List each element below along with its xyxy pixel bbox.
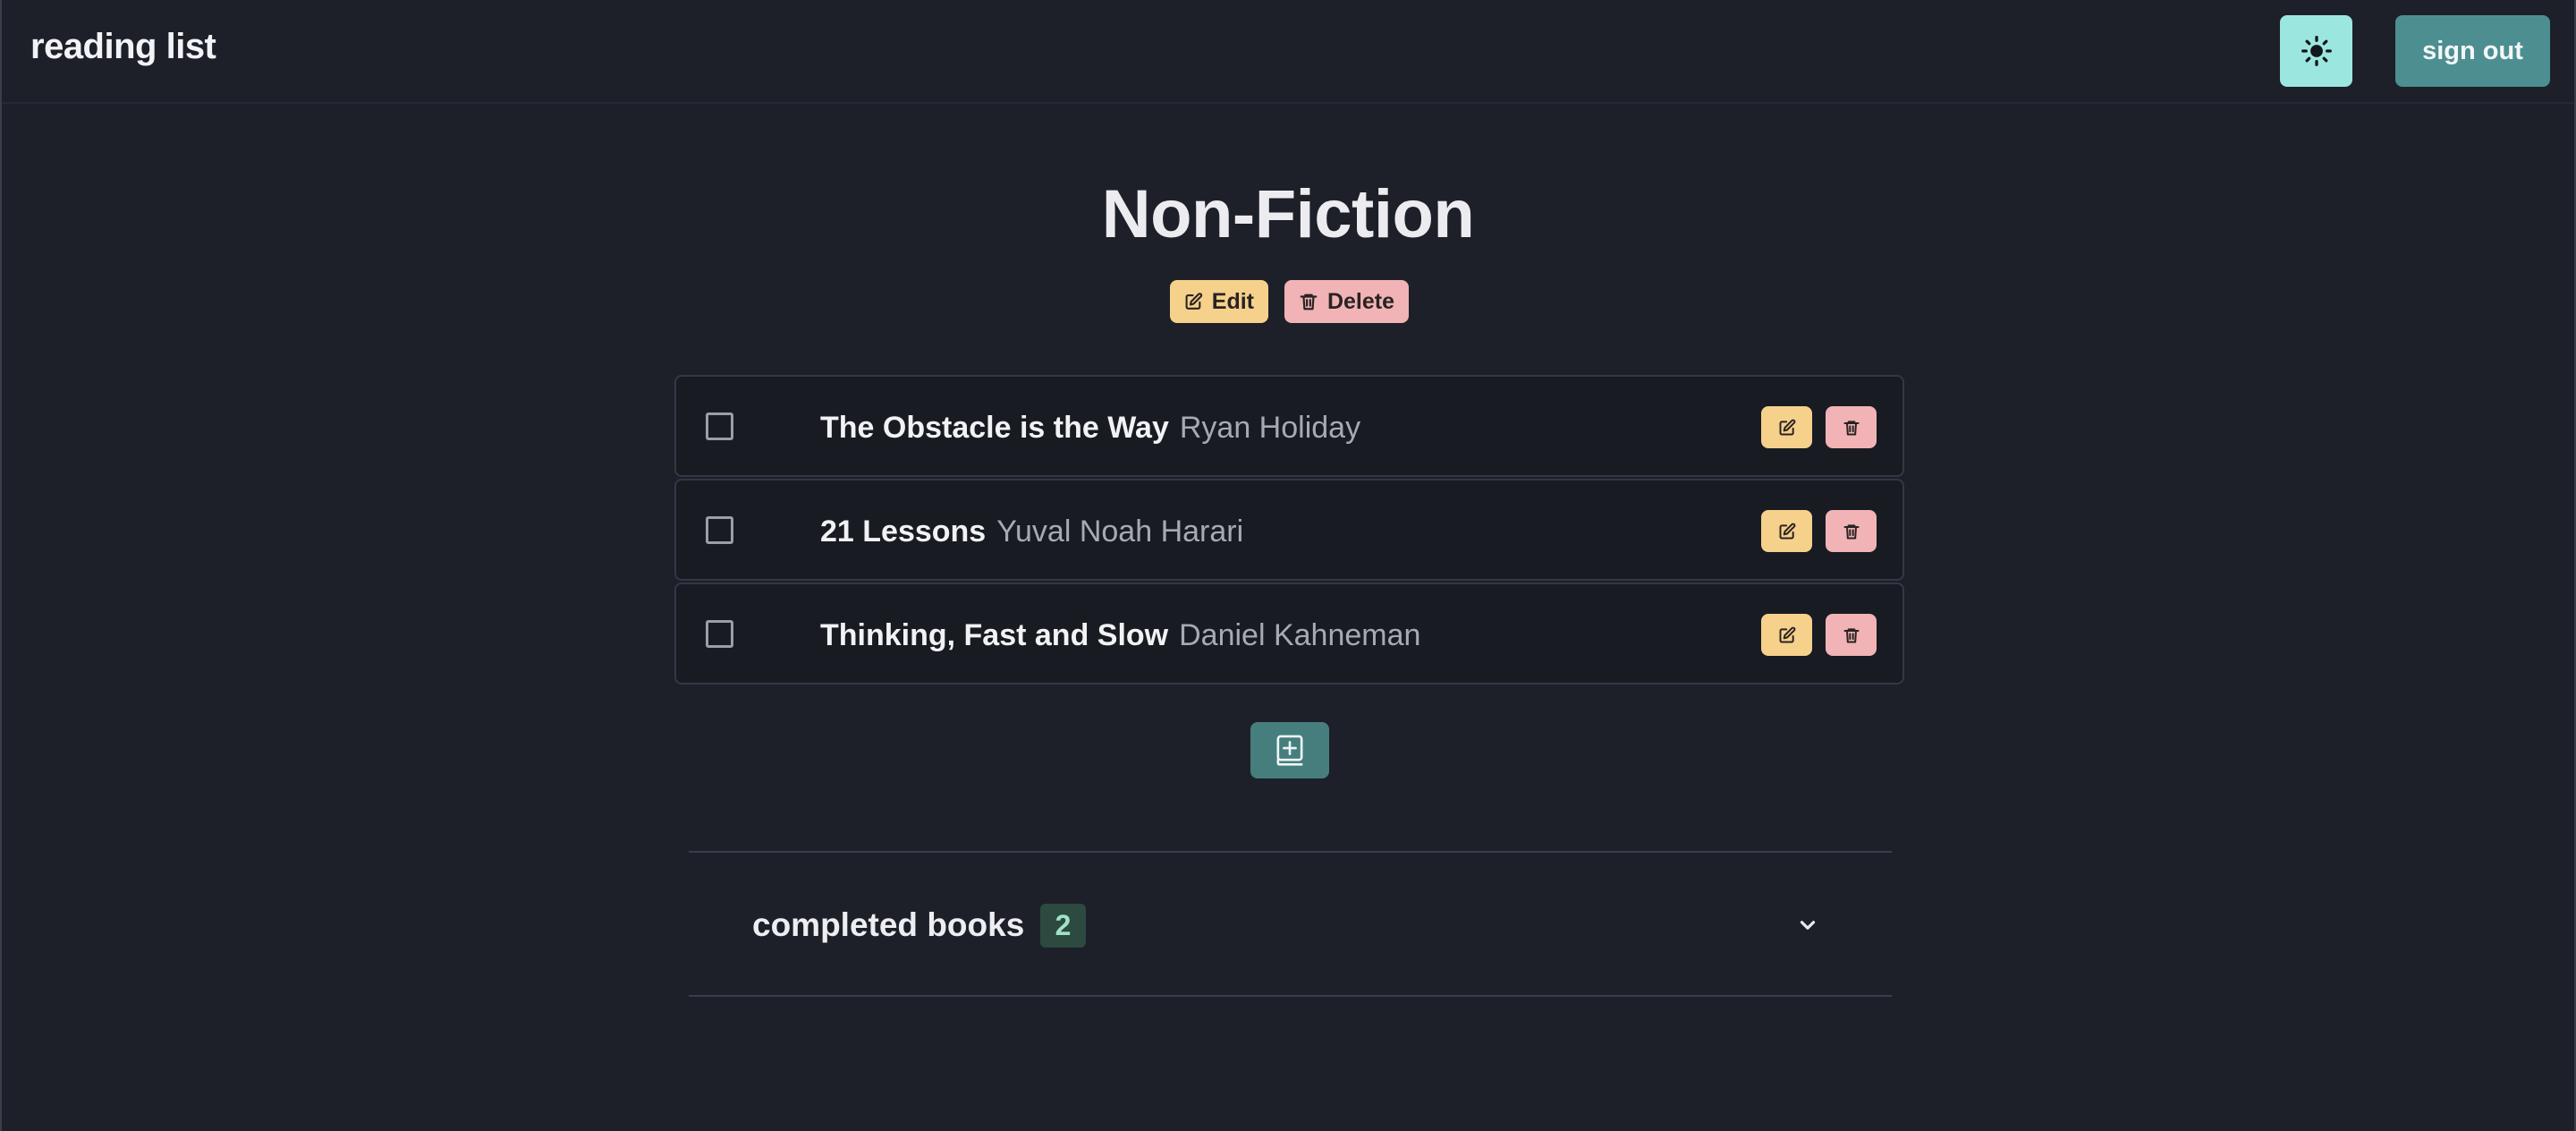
list-actions: Edit Delete [1170,280,1409,323]
delete-book-button[interactable] [1826,614,1877,656]
book-title: 21 Lessons [820,514,987,548]
book-checkbox[interactable] [706,620,733,648]
book-info: Thinking, Fast and Slow Daniel Kahneman [820,618,1420,653]
edit-icon [1779,626,1795,642]
edit-book-button[interactable] [1761,510,1812,552]
add-book-button[interactable] [1250,722,1329,778]
book-title: The Obstacle is the Way [820,411,1169,445]
edit-book-button[interactable] [1761,614,1812,656]
edit-book-button[interactable] [1761,406,1812,448]
book-row: Thinking, Fast and Slow Daniel Kahneman [674,583,1904,685]
sun-icon [2301,36,2332,66]
edit-icon [1779,419,1795,435]
chevron-down-icon [1794,912,1821,939]
top-bar: reading list sign out [2,0,2574,104]
trash-icon [1843,627,1859,642]
delete-book-button[interactable] [1826,510,1877,552]
trash-icon [1843,523,1859,539]
completed-books-toggle[interactable]: completed books 2 [689,851,1892,997]
delete-list-label: Delete [1326,288,1394,314]
delete-list-button[interactable]: Delete [1284,280,1409,323]
completed-books-label: completed books [752,906,1025,943]
book-row: 21 Lessons Yuval Noah Harari [674,479,1904,581]
add-book-icon [1276,735,1303,766]
edit-list-button[interactable]: Edit [1170,280,1268,323]
page-title: Non-Fiction [1101,176,1475,252]
theme-toggle-button[interactable] [2280,15,2352,87]
book-info: 21 Lessons Yuval Noah Harari [820,514,1243,549]
delete-book-button[interactable] [1826,406,1877,448]
sign-out-button[interactable]: sign out [2395,15,2550,87]
book-info: The Obstacle is the Way Ryan Holiday [820,411,1360,446]
completed-count-badge: 2 [1040,904,1086,948]
edit-list-label: Edit [1211,288,1254,314]
book-row: The Obstacle is the Way Ryan Holiday [674,375,1904,477]
book-title: Thinking, Fast and Slow [820,618,1169,652]
edit-icon [1779,523,1795,539]
trash-icon [1843,420,1859,435]
trash-icon [1300,293,1318,310]
edit-icon [1185,293,1203,310]
book-author: Ryan Holiday [1179,411,1361,445]
book-author: Yuval Noah Harari [996,514,1244,548]
book-checkbox[interactable] [706,412,733,440]
app-window: reading list sign out Non-Fiction Edit D… [0,0,2576,1131]
book-checkbox[interactable] [706,516,733,544]
book-list: The Obstacle is the Way Ryan Holiday 21 L… [674,375,1904,686]
app-title: reading list [30,27,216,66]
book-author: Daniel Kahneman [1179,618,1421,652]
